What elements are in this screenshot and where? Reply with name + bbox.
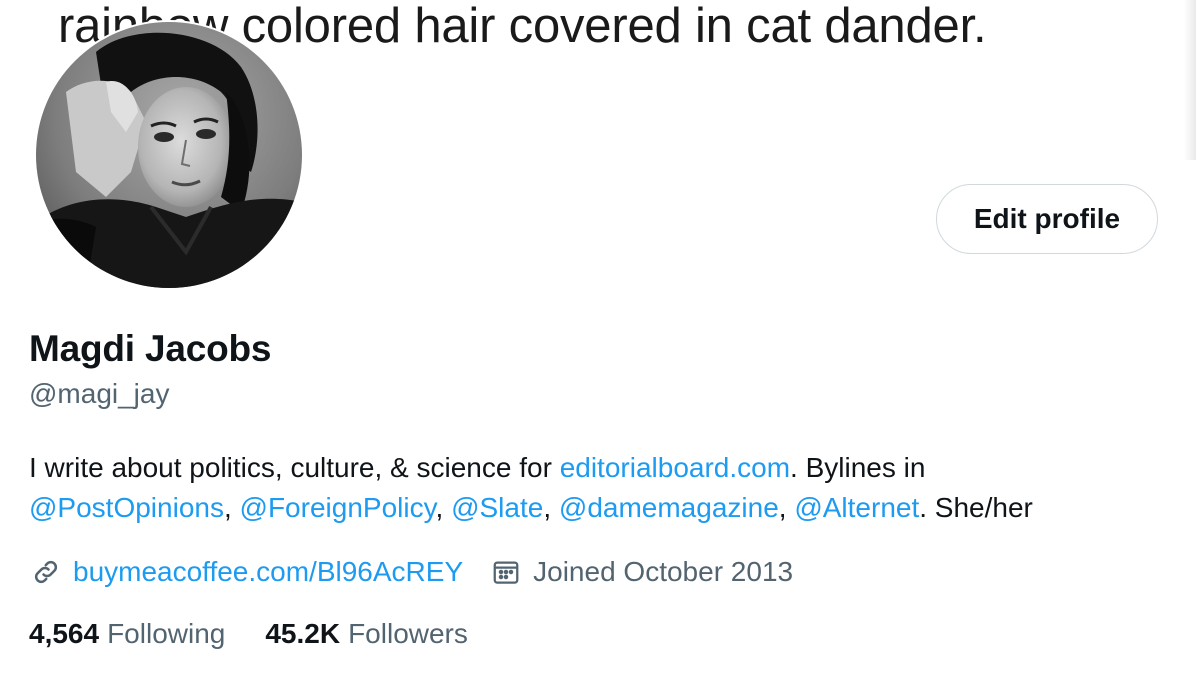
edit-profile-button[interactable]: Edit profile	[936, 184, 1158, 254]
bio-separator: ,	[778, 492, 795, 523]
avatar-image	[36, 22, 302, 288]
profile-name: Magdi Jacobs	[29, 328, 272, 369]
following-link[interactable]: 4,564 Following	[29, 618, 225, 650]
website-link[interactable]: buymeacoffee.com/Bl96AcREY	[73, 556, 463, 588]
followers-count: 45.2K	[265, 618, 341, 649]
bio-separator: ,	[543, 492, 559, 523]
following-label: Following	[107, 618, 226, 649]
mention-alternet[interactable]: @Alternet	[794, 492, 919, 523]
mention-damemagazine[interactable]: @damemagazine	[559, 492, 779, 523]
profile-handle: @magi_jay	[29, 378, 170, 409]
mention-postopinions[interactable]: @PostOpinions	[29, 492, 224, 523]
avatar-photo	[36, 22, 302, 288]
profile-stats: 4,564 Following 45.2K Followers	[29, 614, 468, 654]
mention-slate[interactable]: @Slate	[451, 492, 543, 523]
link-icon	[29, 555, 63, 589]
avatar[interactable]	[34, 20, 304, 290]
bio-link-editorialboard[interactable]: editorialboard.com	[560, 452, 790, 483]
profile-meta: buymeacoffee.com/Bl96AcREY Joined Octobe…	[29, 552, 793, 592]
joined-date: Joined October 2013	[533, 556, 794, 587]
banner-edge-shadow	[1184, 0, 1196, 160]
calendar-icon	[489, 555, 523, 589]
bio-text: . She/her	[919, 492, 1033, 523]
bio-separator: ,	[435, 492, 452, 523]
mention-foreignpolicy[interactable]: @ForeignPolicy	[240, 492, 436, 523]
bio-text: I write about politics, culture, & scien…	[29, 452, 560, 483]
followers-label: Followers	[348, 618, 468, 649]
bio-separator: ,	[223, 492, 240, 523]
bio-text: . Bylines in	[790, 452, 926, 483]
profile-bio: I write about politics, culture, & scien…	[29, 448, 1169, 528]
followers-link[interactable]: 45.2K Followers	[265, 618, 468, 650]
following-count: 4,564	[29, 618, 100, 649]
